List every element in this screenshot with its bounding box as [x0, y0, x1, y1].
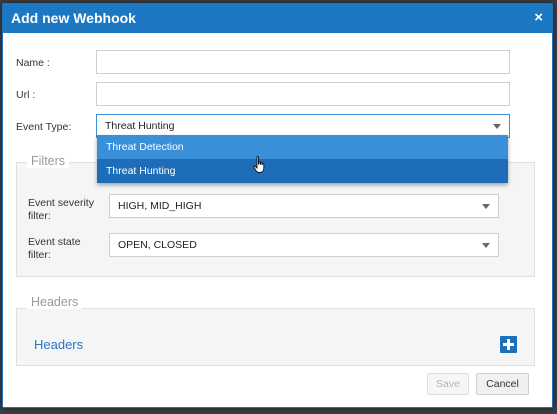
dialog-body: Name : Url : Event Type: Threat Hunting …	[3, 33, 552, 407]
headers-fieldset	[16, 308, 535, 366]
add-header-button[interactable]	[500, 336, 517, 353]
dropdown-option-threat-detection[interactable]: Threat Detection	[97, 135, 508, 159]
state-filter-select[interactable]: OPEN, CLOSED	[109, 233, 499, 257]
save-button[interactable]: Save	[427, 373, 469, 395]
event-type-selected-value: Threat Hunting	[105, 120, 175, 132]
severity-label-line2: filter:	[28, 210, 51, 222]
severity-filter-value: HIGH, MID_HIGH	[118, 200, 202, 212]
dialog-title: Add new Webhook	[11, 10, 136, 26]
dropdown-option-threat-hunting[interactable]: Threat Hunting	[97, 159, 508, 183]
filters-legend: Filters	[27, 154, 70, 168]
name-label: Name :	[16, 57, 50, 69]
severity-label-line1: Event severity	[28, 197, 94, 209]
name-input[interactable]	[96, 50, 510, 74]
chevron-down-icon	[493, 124, 501, 129]
hand-cursor-icon	[253, 156, 267, 179]
severity-filter-select[interactable]: HIGH, MID_HIGH	[109, 194, 499, 218]
url-label: Url :	[16, 89, 36, 101]
cancel-button[interactable]: Cancel	[476, 373, 529, 395]
state-filter-label: Event state filter:	[28, 236, 81, 262]
severity-filter-label: Event severity filter:	[28, 197, 94, 223]
headers-legend: Headers	[27, 295, 83, 309]
event-type-label: Event Type:	[16, 121, 72, 133]
chevron-down-icon	[482, 243, 490, 248]
add-webhook-dialog: Add new Webhook × Name : Url : Event Typ…	[2, 3, 553, 408]
headers-section-label: Headers	[34, 337, 84, 352]
event-type-dropdown: Threat Detection Threat Hunting	[97, 135, 508, 183]
state-filter-value: OPEN, CLOSED	[118, 239, 197, 251]
url-input[interactable]	[96, 82, 510, 106]
plus-icon	[503, 339, 514, 350]
state-label-line1: Event state	[28, 236, 81, 248]
chevron-down-icon	[482, 204, 490, 209]
state-label-line2: filter:	[28, 249, 51, 261]
dialog-titlebar: Add new Webhook ×	[3, 4, 552, 33]
close-icon[interactable]: ×	[534, 9, 543, 27]
